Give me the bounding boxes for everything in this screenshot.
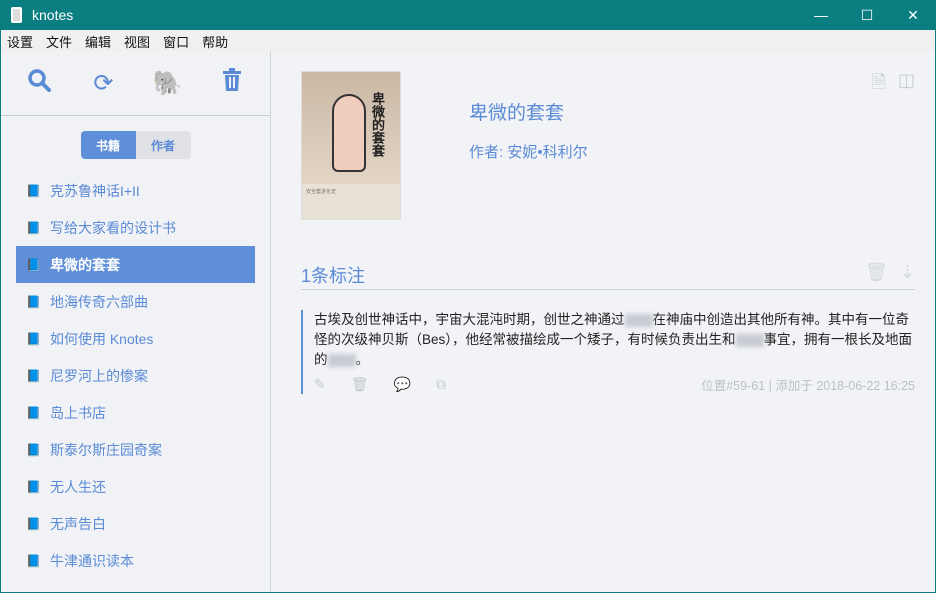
search-icon[interactable] (19, 68, 59, 99)
book-list-item-label: 地海传奇六部曲 (49, 293, 148, 310)
book-icon: 📘 (26, 368, 41, 383)
title-bar: knotes — ☐ ✕ (0, 0, 936, 30)
book-list-item[interactable]: 📘 克苏鲁神话I+II (16, 172, 255, 209)
book-icon: 📘 (26, 294, 41, 309)
book-list-item[interactable]: 📘 如何使用 Knotes (16, 320, 255, 357)
book-list-item-label: 岛上书店 (49, 404, 106, 421)
book-list-item[interactable]: 📘 斯泰尔斯庄园奇案 (16, 431, 255, 468)
book-list-item[interactable]: 📘 尼罗河上的惨案 (16, 357, 255, 394)
book-list-item-label: 无人生还 (49, 478, 106, 495)
book-icon: 📘 (26, 183, 41, 198)
sort-icon[interactable]: ⇣ (900, 262, 915, 283)
split-view-icon[interactable]: ◫ (898, 70, 915, 100)
menu-settings[interactable]: 设置 (7, 32, 33, 51)
trash-icon[interactable] (212, 68, 252, 99)
edit-icon[interactable]: ✎ (314, 376, 326, 393)
close-button[interactable]: ✕ (890, 0, 936, 30)
menu-view[interactable]: 视图 (124, 32, 150, 51)
book-icon: 📘 (26, 442, 41, 457)
book-icon: 📘 (26, 479, 41, 494)
book-detail: 卑微的套套 安全套进化史 卑微的套套 作者: 安妮•科利尔 🗎 ◫ 1条标注 🗑… (271, 52, 935, 592)
book-list-item[interactable]: 📘 地海传奇六部曲 (16, 283, 255, 320)
book-list-item[interactable]: 📘 卑微的套套 (16, 246, 255, 283)
pdf-export-icon[interactable]: 🗎 (872, 70, 886, 100)
book-list-item-label: 写给大家看的设计书 (49, 219, 176, 236)
book-list-item[interactable]: 📘 岛上书店 (16, 394, 255, 431)
book-icon: 📘 (26, 331, 41, 346)
book-list-item[interactable]: 📘 写给大家看的设计书 (16, 209, 255, 246)
book-list-item-label: 尼罗河上的惨案 (49, 367, 148, 384)
book-list-item-label: 克苏鲁神话I+II (49, 182, 140, 199)
copy-icon[interactable]: ⧉ (436, 376, 446, 393)
book-list-item-label: 牛津通识读本 (49, 552, 134, 569)
book-icon: 📘 (26, 220, 41, 235)
book-list-item[interactable]: 📘 无声告白 (16, 505, 255, 542)
menu-help[interactable]: 帮助 (202, 32, 228, 51)
book-list-item[interactable]: 📘 无人生还 (16, 468, 255, 505)
book-list-item[interactable]: 📘 牛津通识读本 (16, 542, 255, 579)
delete-all-icon[interactable]: 🗑 (865, 262, 888, 283)
highlight-note: 古埃及创世神话中，宇宙大混沌时期，创世之神通过 在神庙中创造出其他所有神。其中有一… (301, 310, 915, 394)
menu-bar: 设置 文件 编辑 视图 窗口 帮助 (1, 30, 935, 52)
menu-window[interactable]: 窗口 (163, 32, 189, 51)
book-icon: 📘 (26, 257, 41, 272)
book-icon: 📘 (26, 516, 41, 531)
book-icon: 📘 (26, 553, 41, 568)
note-meta: 位置#59-61 | 添加于 2018-06-22 16:25 (701, 378, 915, 393)
wechat-icon[interactable]: 💬 (394, 376, 411, 393)
menu-file[interactable]: 文件 (46, 32, 72, 51)
book-list-item-label: 斯泰尔斯庄园奇案 (49, 441, 162, 458)
highlights-heading: 1条标注 (301, 266, 366, 286)
minimize-button[interactable]: — (798, 0, 844, 30)
book-list: 📘 克苏鲁神话I+II 📘 写给大家看的设计书 📘 卑微的套套 📘 地海传奇六部曲 📘 如何使用 … (1, 172, 270, 579)
delete-icon[interactable]: 🗑 (351, 376, 369, 393)
note-text: 古埃及创世神话中，宇宙大混沌时期，创世之神通过 在神庙中创造出其他所有神。其中有一… (314, 312, 913, 367)
book-title: 卑微的套套 (469, 103, 565, 124)
evernote-icon[interactable]: 🐘 (148, 69, 188, 98)
sidebar: ⟳ 🐘 书籍 作者 📘 克苏鲁神话I+II 📘 写给大家看的设计书 📘 卑微的套套 📘 地海传… (1, 52, 271, 592)
book-author: 作者: 安妮•科利尔 (469, 144, 588, 161)
app-icon (11, 7, 22, 23)
window-title: knotes (32, 7, 74, 23)
tab-authors[interactable]: 作者 (135, 131, 191, 159)
menu-edit[interactable]: 编辑 (85, 32, 111, 51)
book-cover: 卑微的套套 安全套进化史 (301, 71, 401, 220)
book-list-item-label: 无声告白 (49, 515, 106, 532)
view-toggle: 书籍 作者 (80, 131, 191, 159)
sync-icon[interactable]: ⟳ (83, 69, 123, 98)
book-list-item-label: 卑微的套套 (49, 256, 120, 273)
book-icon: 📘 (26, 405, 41, 420)
book-list-item-label: 如何使用 Knotes (49, 330, 154, 347)
maximize-button[interactable]: ☐ (844, 0, 890, 30)
tab-books[interactable]: 书籍 (80, 131, 136, 159)
